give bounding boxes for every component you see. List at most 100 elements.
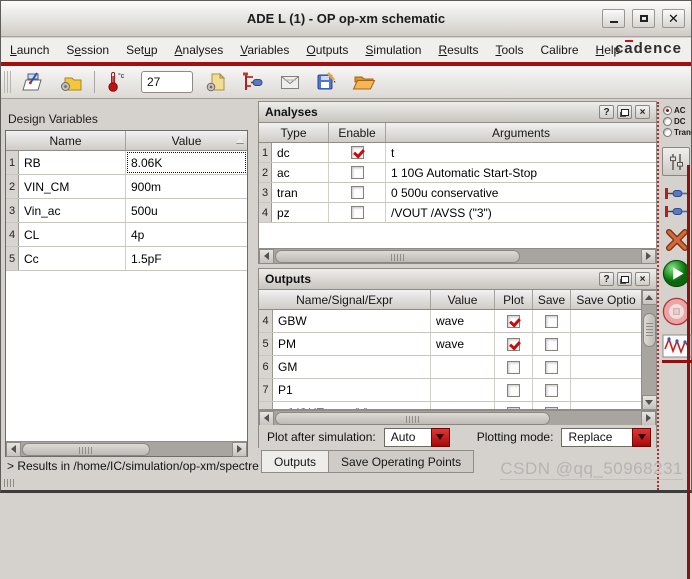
menu-item-session[interactable]: Session xyxy=(66,43,109,57)
scroll-right-icon[interactable] xyxy=(641,249,656,264)
analysis-row[interactable]: 4 pz /VOUT /AVSS ("3") xyxy=(259,203,656,223)
output-name-cell[interactable]: GBW xyxy=(273,310,431,332)
output-save-options-cell[interactable] xyxy=(571,356,641,378)
radio-icon[interactable] xyxy=(663,117,672,126)
variable-value-cell[interactable]: 8.06K xyxy=(126,151,247,174)
output-name-cell[interactable]: v /VOUT; tran (V) xyxy=(273,402,431,410)
column-header-plot[interactable]: Plot xyxy=(495,290,533,309)
column-header-value[interactable]: Value xyxy=(126,131,247,150)
analysis-row[interactable]: 3 tran 0 500u conservative xyxy=(259,183,656,203)
analysis-arguments-cell[interactable]: 1 10G Automatic Start-Stop xyxy=(386,163,656,182)
column-header-name[interactable]: Name xyxy=(6,131,126,150)
analysis-type-cell[interactable]: ac xyxy=(272,163,329,182)
help-icon[interactable]: ? xyxy=(599,105,614,119)
analyses-hscrollbar[interactable] xyxy=(259,248,656,263)
tab-save-operating-points[interactable]: Save Operating Points xyxy=(329,450,474,473)
output-value-cell[interactable]: wave xyxy=(431,333,495,355)
radio-icon[interactable] xyxy=(663,128,672,137)
output-row[interactable]: 5 PM wave xyxy=(259,333,641,356)
plot-checkbox[interactable] xyxy=(507,315,520,328)
choose-analyses-button[interactable] xyxy=(662,147,690,176)
output-save-options-cell[interactable] xyxy=(571,310,641,332)
netlist-doc-button[interactable] xyxy=(202,69,230,95)
maximize-button[interactable] xyxy=(632,9,655,28)
log-button[interactable] xyxy=(276,69,304,95)
undock-icon[interactable] xyxy=(617,105,632,119)
outputs-panel-titlebar[interactable]: Outputs ? × xyxy=(259,269,656,290)
variable-name-cell[interactable]: RB xyxy=(19,151,126,174)
plot-checkbox[interactable] xyxy=(507,361,520,374)
scroll-thumb[interactable] xyxy=(275,250,520,263)
scroll-right-icon[interactable] xyxy=(232,442,247,457)
variable-value-cell[interactable]: 500u xyxy=(126,199,247,222)
output-value-cell[interactable] xyxy=(431,379,495,401)
column-header-value[interactable]: Value xyxy=(431,290,495,309)
enable-checkbox[interactable] xyxy=(351,146,364,159)
variable-value-cell[interactable]: 900m xyxy=(126,175,247,198)
outputs-hscrollbar[interactable] xyxy=(259,410,656,425)
netlist-run-button[interactable] xyxy=(239,69,267,95)
mode-radio-trans[interactable]: Trans xyxy=(663,127,691,138)
variable-value-cell[interactable]: 4p xyxy=(126,223,247,246)
design-variable-row[interactable]: 2 VIN_CM 900m xyxy=(6,175,247,199)
help-icon[interactable]: ? xyxy=(599,272,614,286)
column-header-enable[interactable]: Enable xyxy=(329,123,386,142)
save-checkbox[interactable] xyxy=(545,384,558,397)
close-icon[interactable]: × xyxy=(635,272,650,286)
undock-icon[interactable] xyxy=(617,272,632,286)
analysis-arguments-cell[interactable]: /VOUT /AVSS ("3") xyxy=(386,203,656,222)
radio-icon[interactable] xyxy=(663,106,672,115)
plot-checkbox[interactable] xyxy=(507,384,520,397)
enable-checkbox[interactable] xyxy=(351,166,364,179)
design-variable-row[interactable]: 5 Cc 1.5pF xyxy=(6,247,247,271)
output-name-cell[interactable]: PM xyxy=(273,333,431,355)
resize-grip[interactable] xyxy=(4,479,14,487)
plot-checkbox[interactable] xyxy=(507,407,520,411)
menu-item-simulation[interactable]: Simulation xyxy=(365,43,421,57)
scroll-left-icon[interactable] xyxy=(259,249,274,264)
scroll-right-icon[interactable] xyxy=(641,411,656,426)
session-notebook-button[interactable] xyxy=(20,69,48,95)
menu-item-variables[interactable]: Variables xyxy=(240,43,289,57)
menu-item-setup[interactable]: Setup xyxy=(126,43,157,57)
scroll-thumb[interactable] xyxy=(22,443,150,456)
scroll-thumb[interactable] xyxy=(643,313,656,347)
output-row[interactable]: 4 GBW wave xyxy=(259,310,641,333)
column-header-arguments[interactable]: Arguments xyxy=(386,123,656,142)
analysis-type-cell[interactable]: dc xyxy=(272,143,329,162)
column-header-save-options[interactable]: Save Optio xyxy=(571,290,641,309)
design-variable-row[interactable]: 4 CL 4p xyxy=(6,223,247,247)
output-save-options-cell[interactable] xyxy=(571,402,641,410)
load-state-button[interactable] xyxy=(57,69,85,95)
output-row[interactable]: 6 GM xyxy=(259,356,641,379)
column-header-name-signal-expr[interactable]: Name/Signal/Expr xyxy=(259,290,431,309)
save-checkbox[interactable] xyxy=(545,361,558,374)
mode-radio-dc[interactable]: DC xyxy=(663,116,691,127)
variable-value-cell[interactable]: 1.5pF xyxy=(126,247,247,270)
output-row[interactable]: v /VOUT; tran (V) xyxy=(259,402,641,410)
output-value-cell[interactable]: wave xyxy=(431,310,495,332)
design-variable-row[interactable]: 3 Vin_ac 500u xyxy=(6,199,247,223)
output-name-cell[interactable]: GM xyxy=(273,356,431,378)
chevron-down-icon[interactable] xyxy=(632,428,651,447)
analyses-panel-titlebar[interactable]: Analyses ? × xyxy=(259,102,656,123)
close-icon[interactable]: × xyxy=(635,105,650,119)
menu-item-tools[interactable]: Tools xyxy=(495,43,523,57)
scroll-up-icon[interactable] xyxy=(642,290,657,305)
menu-item-calibre[interactable]: Calibre xyxy=(541,43,579,57)
plotting-mode-dropdown[interactable]: Replace xyxy=(561,428,651,447)
save-edit-button[interactable] xyxy=(313,69,341,95)
variable-name-cell[interactable]: VIN_CM xyxy=(19,175,126,198)
menu-item-outputs[interactable]: Outputs xyxy=(306,43,348,57)
scroll-thumb[interactable] xyxy=(275,412,550,425)
output-value-cell[interactable] xyxy=(431,356,495,378)
analysis-arguments-cell[interactable]: 0 500u conservative xyxy=(386,183,656,202)
mode-radio-ac[interactable]: AC xyxy=(663,105,691,116)
analysis-arguments-cell[interactable]: t xyxy=(386,143,656,162)
tab-outputs[interactable]: Outputs xyxy=(261,450,329,473)
close-button[interactable]: ✕ xyxy=(662,9,685,28)
menu-item-results[interactable]: Results xyxy=(438,43,478,57)
menu-item-launch[interactable]: Launch xyxy=(10,43,49,57)
output-save-options-cell[interactable] xyxy=(571,379,641,401)
minimize-button[interactable] xyxy=(602,9,625,28)
